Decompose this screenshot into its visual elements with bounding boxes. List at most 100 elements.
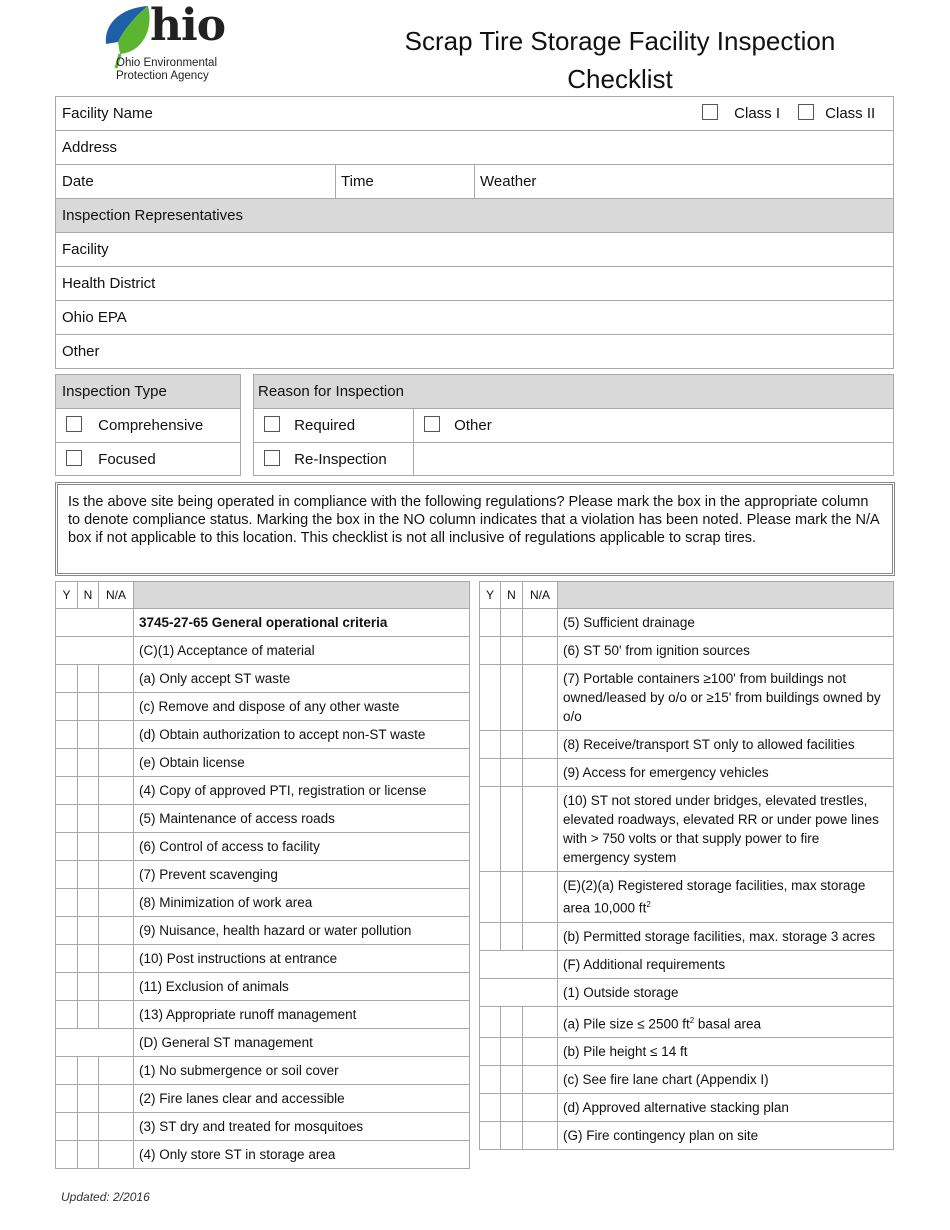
facility-name-row[interactable]: Facility Name Class I Class II xyxy=(55,96,894,131)
type-comprehensive-option[interactable]: Comprehensive xyxy=(56,409,240,443)
checkbox-cell-n[interactable] xyxy=(77,1112,99,1141)
checkbox-cell-n[interactable] xyxy=(500,921,523,951)
checkbox-cell-y[interactable] xyxy=(55,748,78,777)
checkbox-cell-n[interactable] xyxy=(77,1140,99,1169)
checkbox-cell-y[interactable] xyxy=(479,636,501,665)
checkbox-cell-n[interactable] xyxy=(500,1121,523,1150)
checkbox-cell-na[interactable] xyxy=(522,921,558,951)
checkbox-cell-y[interactable] xyxy=(55,972,78,1001)
class-i-checkbox[interactable] xyxy=(702,104,718,121)
checkbox-cell-y[interactable] xyxy=(479,1121,501,1150)
checkbox-cell-n[interactable] xyxy=(500,758,523,787)
checkbox-cell-y[interactable] xyxy=(479,664,501,731)
rep-facility-row[interactable]: Facility xyxy=(55,232,894,267)
reason-reinspection-option[interactable]: Re-Inspection xyxy=(254,443,413,475)
checkbox-cell-y[interactable] xyxy=(55,776,78,805)
checkbox-cell-n[interactable] xyxy=(77,944,99,973)
checkbox-cell-y[interactable] xyxy=(55,1112,78,1141)
rep-ohio-epa-row[interactable]: Ohio EPA xyxy=(55,300,894,335)
reinspection-checkbox[interactable] xyxy=(264,450,280,467)
checkbox-cell-na[interactable] xyxy=(98,664,134,693)
checkbox-cell-n[interactable] xyxy=(500,786,523,872)
reason-other-description-field[interactable] xyxy=(413,443,893,475)
checkbox-cell-na[interactable] xyxy=(522,1065,558,1094)
checkbox-cell-n[interactable] xyxy=(500,1037,523,1066)
checkbox-cell-y[interactable] xyxy=(55,832,78,861)
checkbox-cell-na[interactable] xyxy=(522,636,558,665)
checkbox-cell-n[interactable] xyxy=(500,664,523,731)
checkbox-cell-n[interactable] xyxy=(77,720,99,749)
checkbox-cell-na[interactable] xyxy=(98,776,134,805)
checkbox-cell-n[interactable] xyxy=(500,608,523,637)
checkbox-cell-n[interactable] xyxy=(500,636,523,665)
checkbox-cell-y[interactable] xyxy=(479,730,501,759)
rep-other-row[interactable]: Other xyxy=(55,334,894,369)
checkbox-cell-y[interactable] xyxy=(479,758,501,787)
checkbox-cell-n[interactable] xyxy=(77,860,99,889)
checkbox-cell-n[interactable] xyxy=(500,871,523,923)
checkbox-cell-na[interactable] xyxy=(98,1000,134,1029)
checkbox-cell-n[interactable] xyxy=(500,1065,523,1094)
checkbox-cell-na[interactable] xyxy=(522,786,558,872)
checkbox-cell-n[interactable] xyxy=(77,1084,99,1113)
checkbox-cell-na[interactable] xyxy=(98,916,134,945)
checkbox-cell-na[interactable] xyxy=(522,1005,558,1038)
checkbox-cell-n[interactable] xyxy=(500,1005,523,1038)
checkbox-cell-na[interactable] xyxy=(522,1037,558,1066)
checkbox-cell-y[interactable] xyxy=(479,1093,501,1122)
checkbox-cell-na[interactable] xyxy=(522,758,558,787)
checkbox-cell-n[interactable] xyxy=(77,692,99,721)
checkbox-cell-y[interactable] xyxy=(55,664,78,693)
checkbox-cell-n[interactable] xyxy=(77,1000,99,1029)
other-checkbox[interactable] xyxy=(424,416,440,433)
checkbox-cell-na[interactable] xyxy=(98,1140,134,1169)
class-ii-checkbox[interactable] xyxy=(798,104,814,121)
checkbox-cell-y[interactable] xyxy=(55,1084,78,1113)
checkbox-cell-na[interactable] xyxy=(522,730,558,759)
focused-checkbox[interactable] xyxy=(66,450,82,467)
reason-other-option[interactable]: Other xyxy=(413,409,893,442)
checkbox-cell-na[interactable] xyxy=(98,972,134,1001)
checkbox-cell-y[interactable] xyxy=(55,1000,78,1029)
type-focused-option[interactable]: Focused xyxy=(56,443,240,475)
checkbox-cell-n[interactable] xyxy=(77,776,99,805)
checkbox-cell-na[interactable] xyxy=(98,832,134,861)
checkbox-cell-na[interactable] xyxy=(98,860,134,889)
checkbox-cell-n[interactable] xyxy=(77,888,99,917)
checkbox-cell-n[interactable] xyxy=(77,972,99,1001)
checkbox-cell-y[interactable] xyxy=(55,692,78,721)
checkbox-cell-y[interactable] xyxy=(479,786,501,872)
checkbox-cell-y[interactable] xyxy=(55,720,78,749)
checkbox-cell-y[interactable] xyxy=(479,871,501,923)
checkbox-cell-na[interactable] xyxy=(98,944,134,973)
checkbox-cell-y[interactable] xyxy=(55,888,78,917)
class-ii-option[interactable]: Class II xyxy=(798,97,875,130)
class-i-option[interactable]: Class I xyxy=(702,97,780,130)
reason-required-option[interactable]: Required xyxy=(254,409,413,442)
checkbox-cell-n[interactable] xyxy=(500,730,523,759)
checkbox-cell-na[interactable] xyxy=(522,1121,558,1150)
weather-field[interactable]: Weather xyxy=(474,165,536,198)
checkbox-cell-y[interactable] xyxy=(479,608,501,637)
checkbox-cell-na[interactable] xyxy=(98,748,134,777)
checkbox-cell-n[interactable] xyxy=(77,832,99,861)
checkbox-cell-y[interactable] xyxy=(55,944,78,973)
checkbox-cell-na[interactable] xyxy=(522,871,558,923)
rep-health-district-row[interactable]: Health District xyxy=(55,266,894,301)
checkbox-cell-na[interactable] xyxy=(522,1093,558,1122)
checkbox-cell-n[interactable] xyxy=(77,664,99,693)
checkbox-cell-na[interactable] xyxy=(98,1056,134,1085)
checkbox-cell-n[interactable] xyxy=(500,1093,523,1122)
checkbox-cell-y[interactable] xyxy=(479,1065,501,1094)
time-field[interactable]: Time xyxy=(335,165,374,198)
checkbox-cell-n[interactable] xyxy=(77,748,99,777)
checkbox-cell-na[interactable] xyxy=(98,1112,134,1141)
checkbox-cell-y[interactable] xyxy=(55,804,78,833)
address-row[interactable]: Address xyxy=(55,130,894,165)
comprehensive-checkbox[interactable] xyxy=(66,416,82,433)
checkbox-cell-y[interactable] xyxy=(55,916,78,945)
checkbox-cell-y[interactable] xyxy=(55,1140,78,1169)
checkbox-cell-na[interactable] xyxy=(98,804,134,833)
checkbox-cell-n[interactable] xyxy=(77,916,99,945)
checkbox-cell-n[interactable] xyxy=(77,1056,99,1085)
